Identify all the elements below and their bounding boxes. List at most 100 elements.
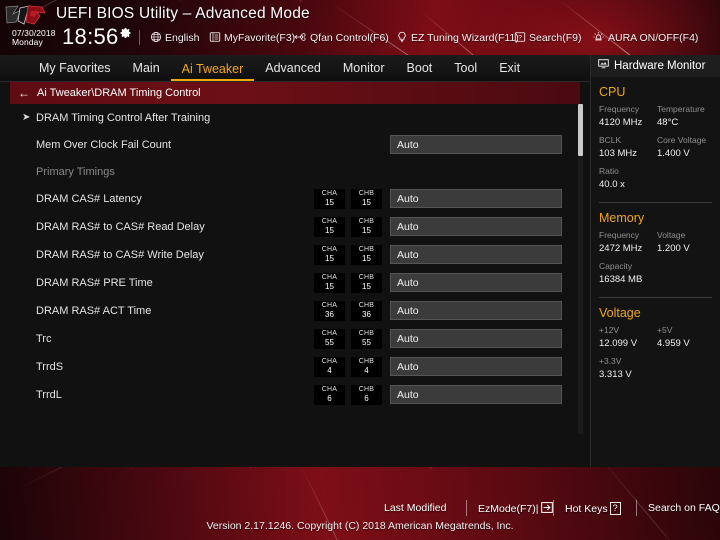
settings-row[interactable]: DRAM RAS# to CAS# Write Delay CHA 15 CHB 15 A…: [0, 241, 575, 269]
gear-icon[interactable]: [120, 27, 132, 39]
hw-metric: Core Voltage 1.400 V: [657, 134, 715, 165]
settings-row[interactable]: DRAM CAS# Latency CHA 15 CHB 15 Auto: [0, 185, 575, 213]
monitor-icon: [597, 57, 610, 75]
submenu-arrow-icon: ➤: [22, 111, 31, 123]
hw-metric-value: 12.099 V: [599, 338, 638, 349]
settings-scrollbar-thumb[interactable]: [578, 104, 583, 156]
hw-metric-key: Temperature: [657, 104, 705, 114]
channel-b-readout: CHB 15: [351, 245, 382, 265]
setting-value-text: Auto: [397, 220, 419, 233]
setting-value-field[interactable]: Auto: [390, 245, 562, 264]
hw-metric-key: +3.3V: [599, 356, 622, 366]
channel-b-value: 15: [362, 254, 371, 263]
hw-metric: Frequency 2472 MHz: [599, 229, 657, 260]
settings-row[interactable]: TrrdL CHA 6 CHB 6 Auto: [0, 381, 575, 409]
channel-a-readout: CHA 15: [314, 189, 345, 209]
hw-section-body: +12V 12.099 V +5V 4.959 V +3.3V 3.313 V: [591, 324, 720, 386]
day-text: Monday: [12, 36, 43, 47]
channel-a-label: CHA: [321, 246, 338, 253]
tab-my-favorites[interactable]: My Favorites: [28, 55, 122, 82]
channel-a-label: CHA: [321, 218, 338, 225]
hw-row: +3.3V 3.313 V: [599, 355, 716, 386]
setting-label: Mem Over Clock Fail Count: [36, 139, 172, 151]
setting-label: DRAM RAS# ACT Time: [36, 305, 152, 317]
hw-row: Frequency 2472 MHz Voltage 1.200 V: [599, 229, 716, 260]
channel-a-label: CHA: [321, 274, 338, 281]
rog-logo-icon: [5, 5, 46, 25]
settings-row[interactable]: TrrdS CHA 4 CHB 4 Auto: [0, 353, 575, 381]
settings-row[interactable]: DRAM RAS# ACT Time CHA 36 CHB 36 Auto: [0, 297, 575, 325]
hw-metric-value: 103 MHz: [599, 148, 638, 159]
setting-value-field[interactable]: Auto: [390, 135, 562, 154]
hot-keys-label: Hot Keys: [565, 503, 608, 515]
channel-a-value: 15: [325, 282, 334, 291]
channel-b-label: CHB: [358, 218, 375, 225]
setting-value-text: Auto: [397, 138, 419, 151]
tab-tool[interactable]: Tool: [443, 55, 488, 82]
settings-row[interactable]: DRAM RAS# to CAS# Read Delay CHA 15 CHB 15 Au…: [0, 213, 575, 241]
back-arrow-icon[interactable]: ←: [18, 87, 30, 99]
channel-b-readout: CHB 55: [351, 329, 382, 349]
tab-list: My Favorites Main Ai Tweaker Advanced Monito…: [0, 55, 590, 82]
channel-b-readout: CHB 15: [351, 217, 382, 237]
settings-section-header: Primary Timings: [0, 159, 575, 185]
channel-b-value: 15: [362, 282, 371, 291]
hw-metric: Voltage 1.200 V: [657, 229, 715, 260]
tab-monitor[interactable]: Monitor: [332, 55, 396, 82]
ez-tuning-wizard-button[interactable]: EZ Tuning Wizard(F11): [396, 31, 519, 46]
channel-a-readout: CHA 55: [314, 329, 345, 349]
setting-label: TrrdS: [36, 361, 64, 373]
language-button[interactable]: English: [150, 31, 199, 46]
channel-a-value: 15: [325, 254, 334, 263]
ezmode-button[interactable]: EzMode(F7)|: [478, 502, 554, 515]
hw-metric-value: 1.400 V: [657, 148, 690, 159]
qfan-control-button[interactable]: Qfan Control(F6): [294, 31, 389, 46]
tab-boot[interactable]: Boot: [396, 55, 444, 82]
hw-metric-key: Voltage: [657, 230, 686, 240]
hw-metric-key: Frequency: [599, 230, 640, 240]
setting-value-field[interactable]: Auto: [390, 217, 562, 236]
setting-value-text: Auto: [397, 388, 419, 401]
hardware-monitor-panel: Hardware Monitor CPU Frequency 4120 MHz Tem…: [590, 55, 720, 467]
channel-b-readout: CHB 36: [351, 301, 382, 321]
setting-value-field[interactable]: Auto: [390, 301, 562, 320]
setting-value-field[interactable]: Auto: [390, 273, 562, 292]
header-glow: [430, 0, 720, 55]
hw-section-body: Frequency 4120 MHz Temperature 48°C BCLK 103 …: [591, 103, 720, 196]
channel-b-readout: CHB 15: [351, 273, 382, 293]
setting-value-field[interactable]: Auto: [390, 357, 562, 376]
hardware-monitor-header: Hardware Monitor: [591, 55, 720, 77]
hw-section-title-memory: Memory: [599, 211, 645, 225]
qfan-control-label: Qfan Control(F6): [310, 32, 389, 44]
tab-main[interactable]: Main: [122, 55, 171, 82]
channel-b-value: 55: [362, 338, 371, 347]
myfavorite-button[interactable]: MyFavorite(F3): [209, 31, 295, 46]
settings-submenu-row[interactable]: ➤ DRAM Timing Control After Training: [0, 104, 575, 131]
search-button[interactable]: ? Search(F9): [514, 31, 582, 46]
channel-b-value: 15: [362, 198, 371, 207]
header-streak-1: [329, 2, 530, 55]
hw-metric: +12V 12.099 V: [599, 324, 657, 355]
datetime-display: 07/30/2018 Monday: [12, 29, 56, 47]
hot-keys-button[interactable]: Hot Keys?: [565, 502, 621, 515]
tab-exit[interactable]: Exit: [488, 55, 531, 82]
bios-screen: UEFI BIOS Utility – Advanced Mode 07/30/…: [0, 0, 720, 540]
tab-advanced[interactable]: Advanced: [254, 55, 332, 82]
settings-row[interactable]: Trc CHA 55 CHB 55 Auto: [0, 325, 575, 353]
main-panel: ← Ai Tweaker\DRAM Timing Control ➤ DRAM T…: [0, 82, 590, 540]
channel-b-label: CHB: [358, 330, 375, 337]
arrow-box-icon: [539, 502, 554, 515]
hw-metric-value: 1.200 V: [657, 243, 690, 254]
setting-value-field[interactable]: Auto: [390, 385, 562, 404]
setting-value-field[interactable]: Auto: [390, 329, 562, 348]
search-on-faq-button[interactable]: Search on FAQ: [648, 502, 720, 514]
hw-metric-key: +12V: [599, 325, 620, 335]
breadcrumb: ← Ai Tweaker\DRAM Timing Control: [10, 82, 580, 104]
tab-ai-tweaker[interactable]: Ai Tweaker: [170, 57, 255, 81]
ezmode-label: EzMode(F7)|: [478, 503, 539, 515]
settings-row[interactable]: Mem Over Clock Fail Count Auto: [0, 131, 575, 159]
aura-toggle-button[interactable]: AURA ON/OFF(F4): [592, 31, 698, 46]
last-modified-button[interactable]: Last Modified: [384, 502, 446, 514]
settings-row[interactable]: DRAM RAS# PRE Time CHA 15 CHB 15 Auto: [0, 269, 575, 297]
setting-value-field[interactable]: Auto: [390, 189, 562, 208]
